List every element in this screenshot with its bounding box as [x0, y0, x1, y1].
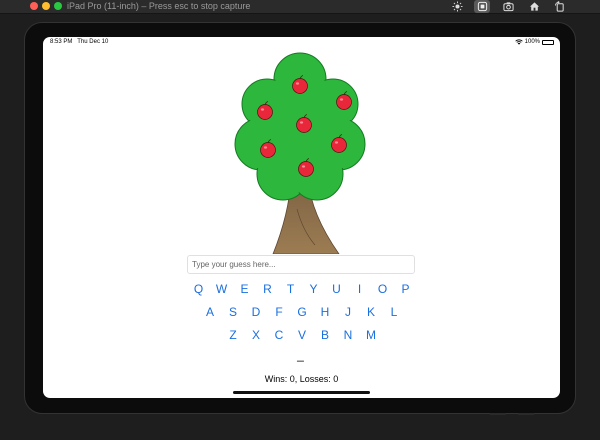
letter-button-b[interactable]: B — [315, 326, 335, 344]
letter-button-a[interactable]: A — [200, 303, 220, 321]
letter-button-t[interactable]: T — [281, 280, 301, 298]
letter-button-p[interactable]: P — [396, 280, 416, 298]
rotate-button[interactable] — [551, 0, 567, 13]
letter-button-u[interactable]: U — [327, 280, 347, 298]
screenshot-button[interactable] — [500, 0, 516, 13]
keyboard-row: QWERTYUIOP — [43, 280, 560, 298]
battery-icon — [542, 39, 554, 45]
letter-button-x[interactable]: X — [246, 326, 266, 344]
letter-button-d[interactable]: D — [246, 303, 266, 321]
volume-button — [490, 413, 506, 415]
minimize-window-button[interactable] — [42, 2, 50, 10]
status-bar-indicators: 100% — [514, 39, 554, 45]
letter-button-k[interactable]: K — [361, 303, 381, 321]
score-label: Wins: 0, Losses: 0 — [264, 374, 339, 384]
letter-button-j[interactable]: J — [338, 303, 358, 321]
home-button[interactable] — [526, 0, 542, 13]
keyboard-row: ASDFGHJKL — [43, 303, 560, 321]
rotate-icon — [554, 1, 564, 12]
letter-button-e[interactable]: E — [235, 280, 255, 298]
letter-button-r[interactable]: R — [258, 280, 278, 298]
letter-button-q[interactable]: Q — [189, 280, 209, 298]
keyboard-row: ZXCVBNM — [43, 326, 560, 344]
letter-button-o[interactable]: O — [373, 280, 393, 298]
letter-button-w[interactable]: W — [212, 280, 232, 298]
letter-button-s[interactable]: S — [223, 303, 243, 321]
letter-button-y[interactable]: Y — [304, 280, 324, 298]
word-display: _ — [297, 348, 306, 362]
brightness-button[interactable] — [449, 0, 465, 13]
letter-button-m[interactable]: M — [361, 326, 381, 344]
letter-button-c[interactable]: C — [269, 326, 289, 344]
letter-button-h[interactable]: H — [315, 303, 335, 321]
home-indicator[interactable] — [233, 391, 370, 394]
letter-button-v[interactable]: V — [292, 326, 312, 344]
zoom-window-button[interactable] — [54, 2, 62, 10]
close-window-button[interactable] — [30, 2, 38, 10]
letter-button-n[interactable]: N — [338, 326, 358, 344]
home-icon — [529, 2, 539, 11]
window-title: iPad Pro (11-inch) – Press esc to stop c… — [67, 1, 251, 11]
simulator-title-bar: iPad Pro (11-inch) – Press esc to stop c… — [0, 0, 600, 14]
status-date: Thu Dec 10 — [77, 39, 109, 45]
screenshot-icon — [502, 2, 514, 12]
wifi-icon — [514, 39, 523, 45]
letter-button-l[interactable]: L — [384, 303, 404, 321]
volume-button — [518, 413, 534, 415]
status-time: 8:53 PM — [50, 39, 73, 45]
letter-button-g[interactable]: G — [292, 303, 312, 321]
status-bar-time: 8:53 PM Thu Dec 10 — [50, 39, 108, 45]
letter-button-i[interactable]: I — [350, 280, 370, 298]
home-button-icon — [477, 1, 487, 12]
apple-tree-illustration — [234, 52, 366, 254]
device-home-button[interactable] — [474, 0, 490, 13]
battery-percentage: 100% — [524, 39, 540, 45]
guess-input[interactable] — [187, 255, 415, 274]
brightness-icon — [451, 1, 463, 12]
letter-button-f[interactable]: F — [269, 303, 289, 321]
ipad-screen: 8:53 PM Thu Dec 10 100% Type your guess … — [43, 37, 560, 398]
letter-button-z[interactable]: Z — [223, 326, 243, 344]
